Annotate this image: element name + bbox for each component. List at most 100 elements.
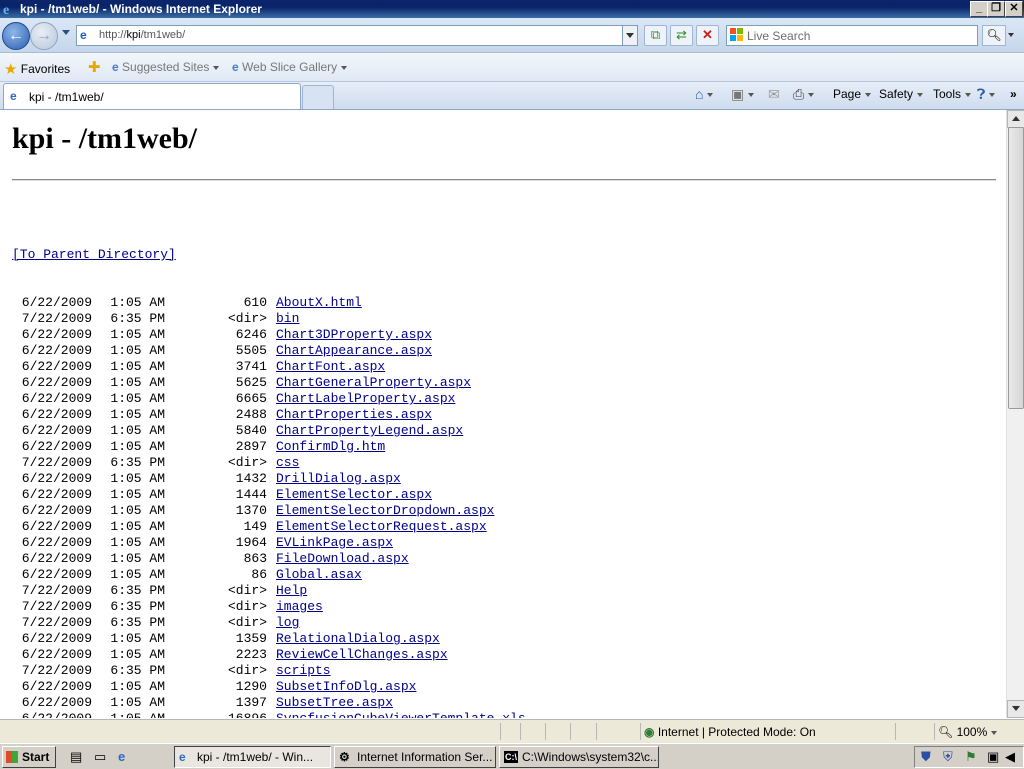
navigation-bar: ← → e http://kpi/tm1web/ ⧉ ⇄ ✕ Live Sear… [0,18,1024,53]
tab-kpi-tm1web[interactable]: e kpi - /tm1web/ [3,83,301,109]
new-tab-button[interactable] [302,85,334,109]
entry-time: 1:05 AM [110,391,165,406]
scroll-down-button[interactable] [1007,700,1024,718]
safety-menu[interactable]: Safety [879,87,924,101]
list-item: 6/22/2009 1:05 AM 2897 ConfirmDlg.htm [12,439,526,455]
zoom-level-button[interactable]: 🔍︎ 100% [938,725,998,739]
entry-link[interactable]: DrillDialog.aspx [276,471,401,486]
print-button[interactable]: ⎙ [793,86,815,103]
address-dropdown-button[interactable] [622,26,637,45]
help-button[interactable]: ❓︎ [977,86,996,103]
forward-button[interactable]: → [30,22,58,50]
entry-size: <dir> [227,455,267,470]
entry-link[interactable]: ElementSelectorRequest.aspx [276,519,487,534]
read-mail-button[interactable]: ✉ [768,86,780,103]
entry-link[interactable]: SubsetTree.aspx [276,695,393,710]
window-titlebar[interactable]: e kpi - /tm1web/ - Windows Internet Expl… [0,0,1024,18]
entry-time: 1:05 AM [110,375,165,390]
search-box[interactable]: Live Search [726,25,978,46]
quicklaunch-ie-icon[interactable]: e [118,749,125,764]
back-button[interactable]: ← [2,22,30,50]
entry-link[interactable]: bin [276,311,299,326]
entry-link[interactable]: AboutX.html [276,295,362,310]
entry-link[interactable]: ChartProperties.aspx [276,407,432,422]
tray-display-icon[interactable]: ▣ [987,749,999,765]
entry-link[interactable]: ReviewCellChanges.aspx [276,647,448,662]
close-window-button[interactable]: ✕ [1005,1,1023,17]
entry-date: 6/22/2009 [21,407,92,422]
vertical-scrollbar[interactable] [1006,110,1024,718]
entry-link[interactable]: FileDownload.aspx [276,551,409,566]
entry-link[interactable]: ChartPropertyLegend.aspx [276,423,463,438]
scroll-up-button[interactable] [1007,110,1024,128]
refresh-button[interactable]: ⇄ [670,25,693,46]
maximize-button[interactable]: ❐ [987,1,1005,17]
favorites-item-suggested-sites[interactable]: e Suggested Sites [112,60,220,74]
entry-link[interactable]: ChartGeneralProperty.aspx [276,375,471,390]
entry-link[interactable]: images [276,599,323,614]
entry-date: 6/22/2009 [21,551,92,566]
entry-link[interactable]: ChartAppearance.aspx [276,343,432,358]
favorites-item-label: Web Slice Gallery [242,60,338,74]
tools-menu[interactable]: Tools [933,87,972,101]
entry-link[interactable]: ChartFont.aspx [276,359,385,374]
home-button[interactable]: ⌂ [695,86,714,102]
entry-date: 6/22/2009 [21,471,92,486]
entry-link[interactable]: EVLinkPage.aspx [276,535,393,550]
home-icon: ⌂ [695,86,704,102]
search-options-dropdown[interactable] [1008,33,1014,37]
add-to-favorites-bar-button[interactable]: ✚ [88,58,101,76]
scroll-thumb[interactable] [1008,127,1024,409]
entry-link[interactable]: Help [276,583,307,598]
compatibility-view-button[interactable]: ⧉ [644,25,667,46]
entry-time: 1:05 AM [110,327,165,342]
list-item: 6/22/2009 1:05 AM 2488 ChartProperties.aspx [12,407,526,423]
entry-link[interactable]: SyncfusionCubeViewerTemplate.xls [276,711,526,718]
tray-shield-icon[interactable]: ⛊ [921,749,931,765]
favorites-item-web-slice-gallery[interactable]: e Web Slice Gallery [232,60,348,74]
parent-directory-link[interactable]: [To Parent Directory] [12,247,176,262]
address-url[interactable]: http://kpi/tm1web/ [99,29,185,41]
entry-link[interactable]: ElementSelectorDropdown.aspx [276,503,494,518]
list-item: 6/22/2009 1:05 AM 6665 ChartLabelProperty.a… [12,391,526,407]
zone-label: Internet | Protected Mode: On [657,725,816,739]
entry-link[interactable]: ConfirmDlg.htm [276,439,385,454]
entry-date: 6/22/2009 [21,359,92,374]
entry-link[interactable]: scripts [276,663,331,678]
entry-link[interactable]: ChartLabelProperty.aspx [276,391,455,406]
entry-link[interactable]: ElementSelector.aspx [276,487,432,502]
list-item: 6/22/2009 1:05 AM 1359 RelationalDialog.asp… [12,631,526,647]
list-item: 7/22/2009 6:35 PM <dir> css [12,455,526,471]
taskbar-item-command-prompt[interactable]: C:\ C:\Windows\system32\c... [499,746,659,768]
list-item: 6/22/2009 1:05 AM 2223 ReviewCellChanges.as… [12,647,526,663]
security-zone-status[interactable]: ◉ Internet | Protected Mode: On [644,725,816,739]
address-bar[interactable]: e http://kpi/tm1web/ [76,25,638,46]
url-path: /tm1web/ [140,29,186,41]
quicklaunch-server-manager-icon[interactable]: ▤ [70,749,82,765]
entry-link[interactable]: Chart3DProperty.aspx [276,327,432,342]
start-button[interactable]: Start [2,746,56,768]
taskbar-item-ie-window[interactable]: e kpi - /tm1web/ - Win... [174,746,331,768]
tray-security-icon[interactable]: ⛨ [943,749,953,765]
feeds-button[interactable]: ▣ [731,86,755,103]
search-button[interactable]: 🔍︎ [982,25,1006,46]
entry-link[interactable]: RelationalDialog.aspx [276,631,440,646]
recent-pages-dropdown[interactable] [62,30,70,35]
list-item: 6/22/2009 1:05 AM 863 FileDownload.aspx [12,551,526,567]
entry-link[interactable]: css [276,455,299,470]
entry-date: 6/22/2009 [21,375,92,390]
page-menu[interactable]: Page [833,87,872,101]
favorites-button[interactable]: ★ Favorites [4,59,70,78]
taskbar-item-iis-manager[interactable]: ⚙ Internet Information Ser... [334,746,496,768]
entry-date: 7/22/2009 [21,455,92,470]
entry-link[interactable]: SubsetInfoDlg.aspx [276,679,416,694]
tray-volume-icon[interactable]: ◀ [1005,749,1015,765]
status-divider [596,723,597,740]
stop-button[interactable]: ✕ [696,25,719,46]
entry-link[interactable]: Global.asax [276,567,362,582]
entry-link[interactable]: log [276,615,299,630]
more-commands-chevron[interactable]: » [1010,87,1017,101]
tray-network-icon[interactable]: ⚑ [965,749,977,765]
minimize-button[interactable]: _ [970,1,988,17]
quicklaunch-show-desktop-icon[interactable]: ▭ [94,749,106,765]
